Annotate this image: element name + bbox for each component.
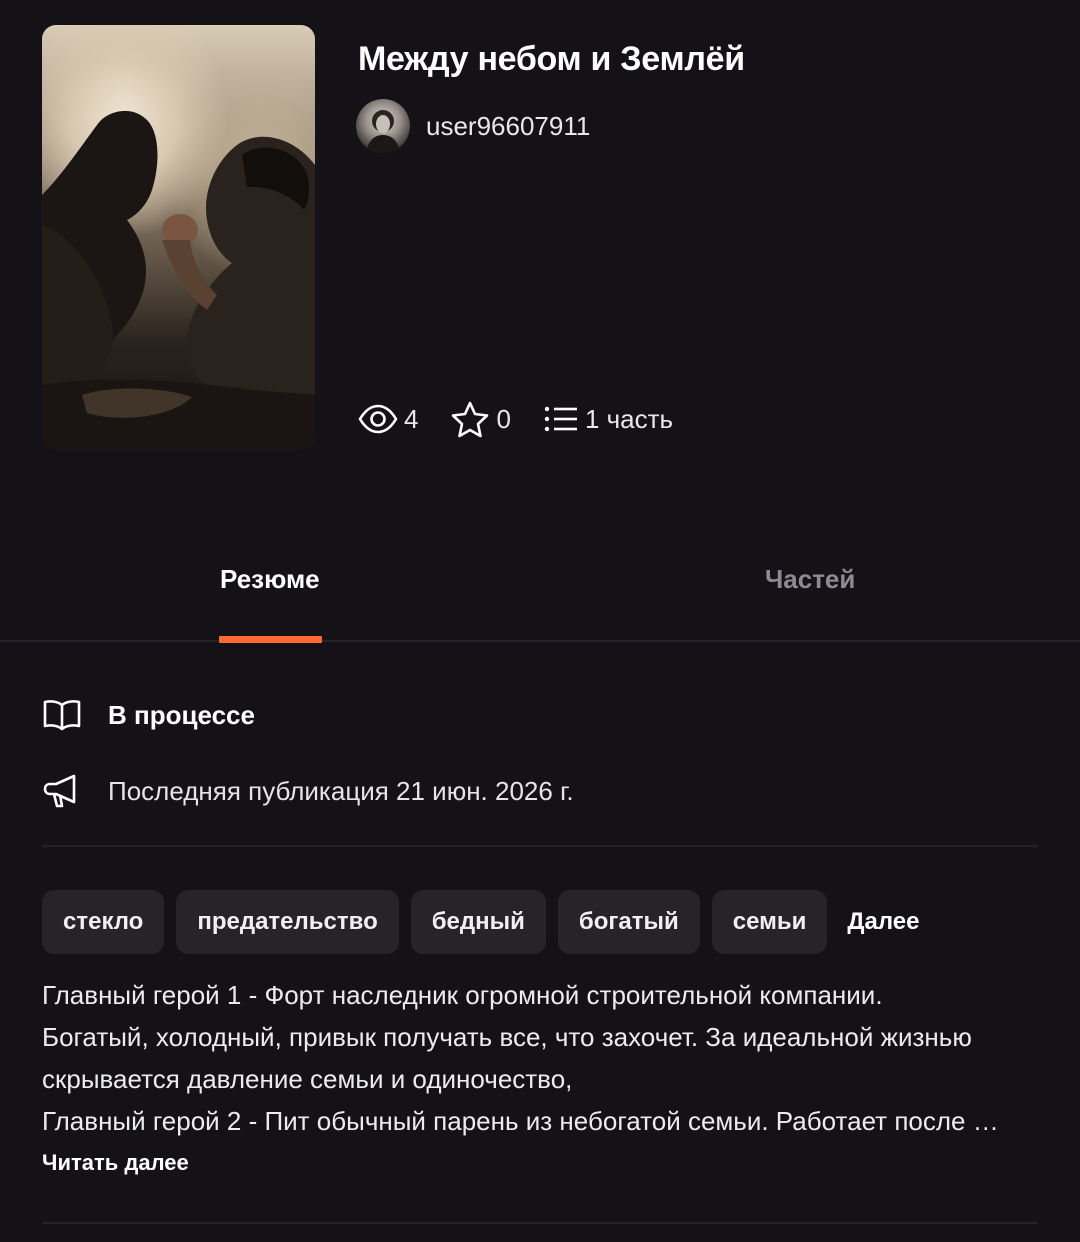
tag-chip[interactable]: бедный xyxy=(410,890,546,954)
list-icon xyxy=(544,406,577,432)
story-summary: Главный герой 1 - Форт наследник огромно… xyxy=(42,974,1042,1142)
status-row: В процессе xyxy=(42,698,255,732)
summary-line: Главный герой 2 - Пит обычный парень из … xyxy=(42,1106,999,1136)
parts-stat: 1 часть xyxy=(543,404,673,435)
read-more-link[interactable]: Читать далее xyxy=(42,1150,189,1176)
summary-line: Богатый, холодный, привык получать все, … xyxy=(42,1022,972,1052)
divider xyxy=(42,845,1038,847)
last-publication-text: Последняя публикация 21 июн. 2026 г. xyxy=(108,775,574,806)
summary-line: скрывается давление семьи и одиночество, xyxy=(42,1064,573,1094)
stars-stat: 0 xyxy=(450,400,511,438)
story-tabs: Резюме Частей xyxy=(0,540,1080,643)
tab-parts[interactable]: Частей xyxy=(765,564,855,595)
open-book-icon xyxy=(43,700,81,731)
author-avatar[interactable] xyxy=(356,99,410,153)
views-stat: 4 xyxy=(358,403,418,435)
divider xyxy=(42,1222,1038,1224)
status-text: В процессе xyxy=(108,699,255,730)
parts-count: 1 часть xyxy=(584,403,674,434)
cover-illustration xyxy=(42,110,315,450)
avatar-portrait xyxy=(366,110,400,153)
eye-icon xyxy=(358,404,398,434)
megaphone-icon xyxy=(43,774,76,808)
tags-more-link[interactable]: Далее xyxy=(847,908,919,936)
story-stats: 4 0 1 часть xyxy=(358,400,705,438)
views-count: 4 xyxy=(404,403,419,434)
story-title: Между небом и Землёй xyxy=(358,40,745,78)
author-link[interactable]: user96607911 xyxy=(356,99,590,153)
tag-chip[interactable]: семьи xyxy=(711,890,828,954)
tag-chip[interactable]: стекло xyxy=(42,890,165,954)
tag-list: стекло предательство бедный богатый семь… xyxy=(42,890,919,954)
star-icon xyxy=(452,401,489,438)
publication-row: Последняя публикация 21 июн. 2026 г. xyxy=(42,772,574,810)
story-page: Между небом и Землёй user96607911 4 0 1 … xyxy=(0,0,1080,1242)
active-tab-indicator xyxy=(219,636,322,643)
summary-line: Главный герой 1 - Форт наследник огромно… xyxy=(42,980,883,1010)
stars-count: 0 xyxy=(496,403,511,434)
story-cover-image[interactable] xyxy=(42,25,315,450)
tab-summary[interactable]: Резюме xyxy=(220,564,320,595)
author-name[interactable]: user96607911 xyxy=(426,111,590,142)
tag-chip[interactable]: предательство xyxy=(176,890,399,954)
tag-chip[interactable]: богатый xyxy=(557,890,700,954)
